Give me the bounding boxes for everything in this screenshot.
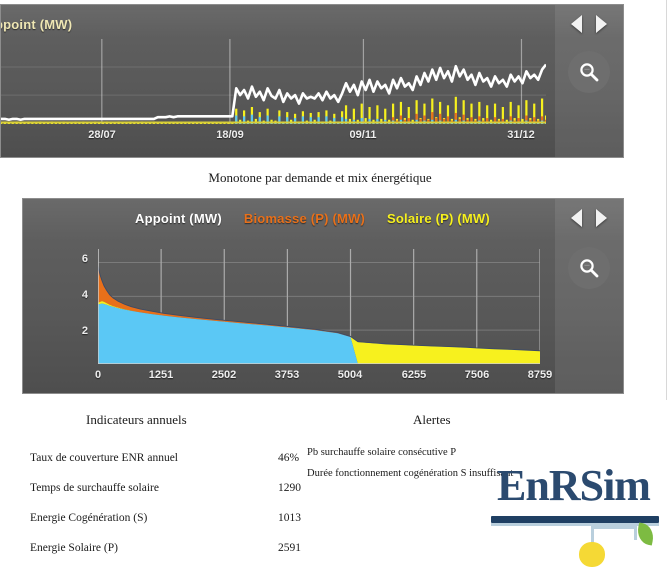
application-window: ppoint (MW) 28/07 18/09 09/11 31/12 Mono [0, 0, 667, 574]
next-arrow-icon[interactable] [596, 15, 607, 33]
magnifier-icon [580, 259, 599, 278]
top-chart-controls [555, 5, 623, 157]
indicator-value: 1013 [278, 512, 301, 524]
indicator-value: 1290 [278, 482, 301, 494]
legend-item-appoint: Appoint (MW) [135, 211, 222, 226]
top-chart-legend: ppoint (MW) [0, 17, 73, 32]
magnifier-icon [580, 63, 599, 82]
legend-item-biomasse: Biomasse (P) (MW) [243, 211, 366, 226]
logo-branch-right [634, 526, 637, 540]
legend-item-solaire: Solaire (P) (MW) [387, 211, 490, 226]
logo-wordmark: EnRSim [497, 461, 651, 510]
legend-item-appoint: ppoint (MW) [0, 17, 73, 32]
top-xtick-2: 09/11 [349, 129, 377, 141]
mono-xtick-4: 5004 [337, 369, 363, 381]
monotone-chart-title: Monotone par demande et mix énergétique [208, 170, 432, 185]
next-arrow-icon[interactable] [596, 209, 607, 227]
monotone-chart-legend: Appoint (MW) Biomasse (P) (MW) Solaire (… [135, 211, 490, 226]
alert-item: Pb surchauffe solaire consécutive P [307, 447, 457, 458]
mono-xtick-2: 2502 [211, 369, 237, 381]
mono-xtick-0: 0 [94, 369, 102, 381]
logo-bar [491, 516, 659, 523]
indicators-heading: Indicateurs annuels [86, 412, 187, 427]
enrsim-logo: EnRSim [479, 458, 661, 567]
top-chart-nav-arrows [555, 5, 623, 43]
indicator-value: 46% [278, 452, 300, 464]
zoom-magnifier-button[interactable] [568, 51, 610, 93]
top-chart-plot [1, 39, 546, 124]
indicator-label: Temps de surchauffe solaire [30, 482, 159, 494]
mono-ytick-6: 6 [81, 253, 88, 265]
top-xtick-0: 28/07 [88, 129, 116, 141]
mono-xtick-1: 1251 [148, 369, 174, 381]
mono-xtick-3: 3753 [274, 369, 300, 381]
mono-ytick-2: 2 [81, 325, 88, 337]
report-section: Indicateurs annuels Alertes Taux de couv… [0, 400, 667, 574]
top-chart-panel: ppoint (MW) 28/07 18/09 09/11 31/12 [0, 4, 624, 158]
prev-arrow-icon[interactable] [571, 209, 582, 227]
mono-xtick-5: 6255 [401, 369, 427, 381]
top-xtick-3: 31/12 [507, 129, 535, 141]
alerts-heading: Alertes [413, 412, 451, 427]
mono-ytick-4: 4 [81, 289, 88, 301]
logo-branch [591, 526, 637, 529]
indicator-label: Taux de couverture ENR annuel [30, 452, 179, 464]
monotone-chart-panel: Appoint (MW) Biomasse (P) (MW) Solaire (… [22, 198, 624, 394]
indicator-label: Energie Cogénération (S) [30, 512, 148, 524]
monotone-chart-controls [555, 199, 623, 393]
sun-icon [579, 542, 605, 567]
monotone-chart-nav-arrows [555, 199, 623, 237]
mono-xtick-7: 8759 [527, 369, 553, 381]
monotone-chart-plot [98, 249, 540, 364]
indicator-value: 2591 [278, 542, 301, 554]
indicator-label: Energie Solaire (P) [30, 542, 118, 554]
top-xtick-1: 18/09 [216, 129, 244, 141]
mono-xtick-6: 7506 [464, 369, 490, 381]
zoom-magnifier-button[interactable] [568, 247, 610, 289]
prev-arrow-icon[interactable] [571, 15, 582, 33]
